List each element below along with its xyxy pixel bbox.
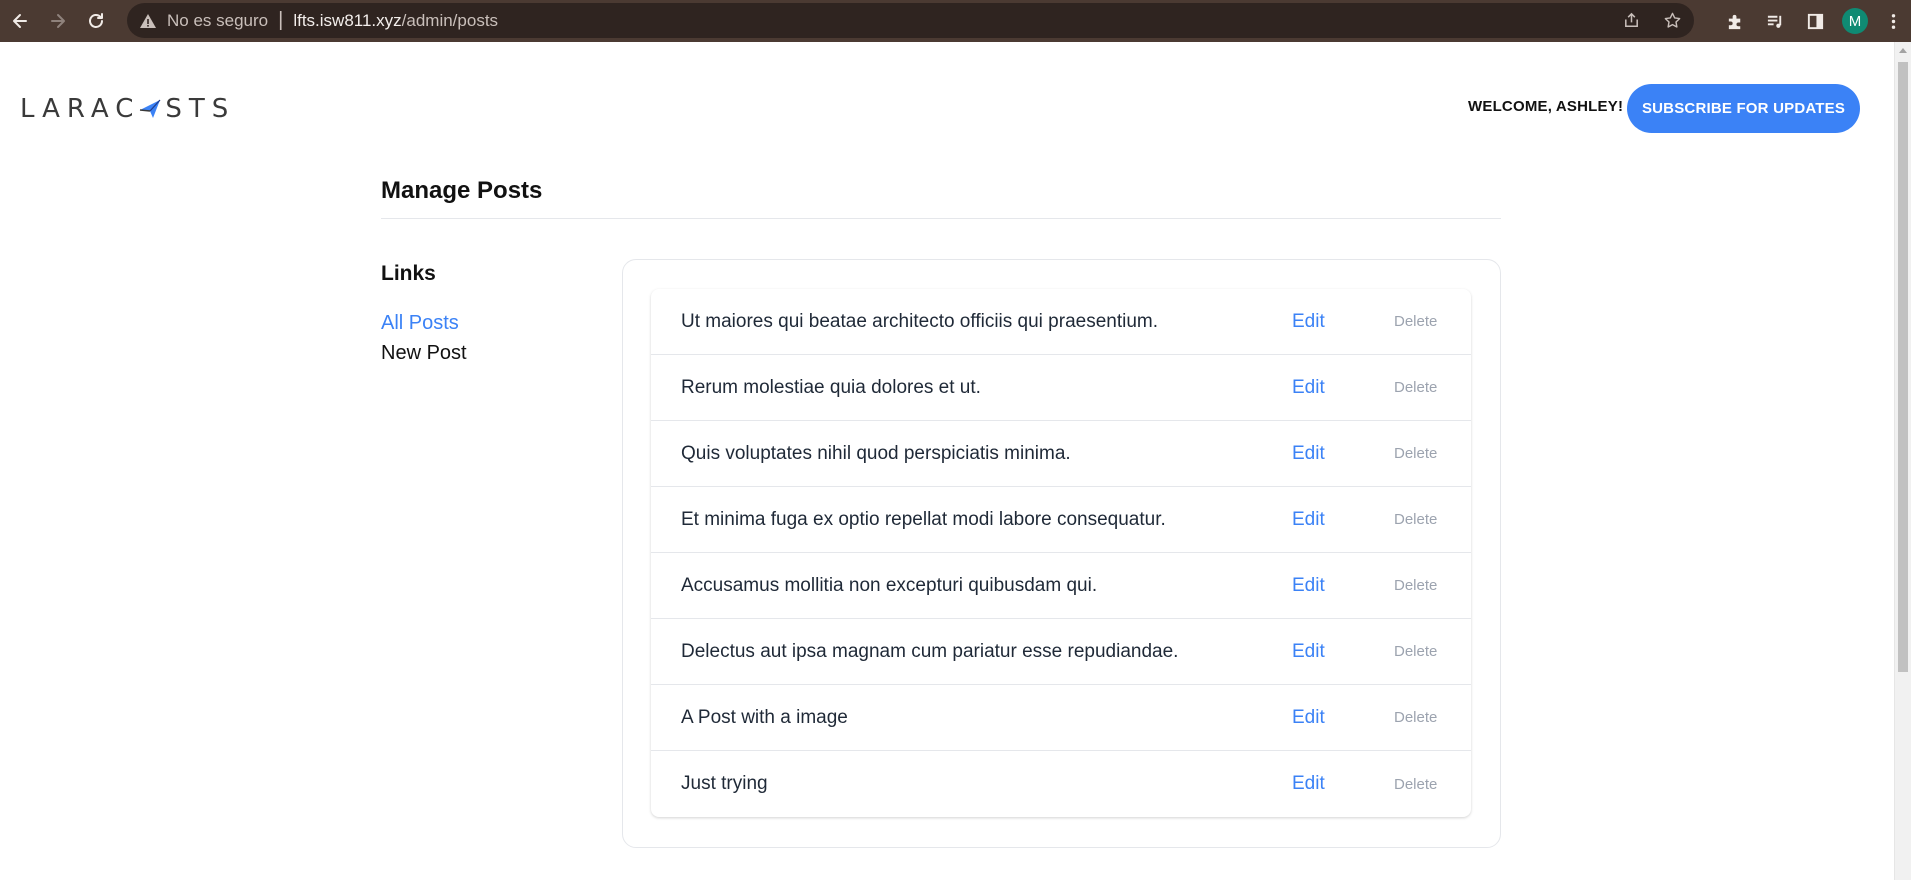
post-title: Ut maiores qui beatae architecto officii…: [681, 310, 1159, 332]
scroll-thumb[interactable]: [1898, 62, 1908, 672]
post-title: Delectus aut ipsa magnam cum pariatur es…: [681, 640, 1179, 662]
browser-toolbar: No es seguro | lfts.isw811.xyz/admin/pos…: [0, 0, 1911, 42]
posts-table: Ut maiores qui beatae architecto officii…: [651, 289, 1471, 817]
puzzle-icon: [1728, 14, 1740, 29]
address-bar[interactable]: No es seguro | lfts.isw811.xyz/admin/pos…: [127, 3, 1694, 38]
subscribe-button[interactable]: SUBSCRIBE FOR UPDATES: [1627, 84, 1860, 133]
sidebar-link-all-posts[interactable]: All Posts: [381, 312, 459, 335]
edit-link[interactable]: Edit: [1292, 575, 1325, 597]
table-row: Just trying Edit Delete: [651, 751, 1471, 817]
post-title: A Post with a image: [681, 706, 848, 728]
edit-link[interactable]: Edit: [1292, 311, 1325, 333]
delete-button[interactable]: Delete: [1394, 643, 1437, 660]
warning-icon[interactable]: [139, 12, 157, 30]
welcome-message[interactable]: WELCOME, ASHLEY!: [1468, 98, 1623, 115]
side-panel-button[interactable]: [1795, 0, 1835, 42]
table-row: A Post with a image Edit Delete: [651, 685, 1471, 751]
post-title: Quis voluptates nihil quod perspiciatis …: [681, 442, 1071, 464]
table-row: Delectus aut ipsa magnam cum pariatur es…: [651, 619, 1471, 685]
edit-link[interactable]: Edit: [1292, 707, 1325, 729]
more-vertical-icon: [1891, 13, 1895, 29]
laracasts-logo[interactable]: LARAC STS: [20, 94, 236, 124]
omnibox-divider: |: [278, 9, 284, 31]
sidebar-heading: Links: [381, 262, 436, 285]
post-title: Just trying: [681, 773, 768, 794]
delete-button[interactable]: Delete: [1394, 709, 1437, 726]
delete-button[interactable]: Delete: [1394, 776, 1437, 793]
logo-text-right: STS: [165, 94, 236, 124]
reload-button[interactable]: [78, 3, 114, 39]
page-title: Manage Posts: [381, 177, 543, 204]
table-row: Rerum molestiae quia dolores et ut. Edit…: [651, 355, 1471, 421]
browser-menu-button[interactable]: [1875, 0, 1911, 42]
url-host[interactable]: lfts.isw811.xyz: [293, 11, 401, 31]
delete-button[interactable]: Delete: [1394, 511, 1437, 528]
delete-button[interactable]: Delete: [1394, 577, 1437, 594]
share-icon[interactable]: [1622, 11, 1641, 30]
delete-button[interactable]: Delete: [1394, 379, 1437, 396]
delete-button[interactable]: Delete: [1394, 313, 1437, 330]
back-arrow-icon: [13, 14, 27, 28]
side-panel-icon: [1807, 13, 1823, 29]
post-title: Accusamus mollitia non excepturi quibusd…: [681, 574, 1098, 596]
paper-plane-logo-icon: [140, 99, 161, 118]
media-queue-button[interactable]: [1755, 0, 1795, 42]
post-title: Et minima fuga ex optio repellat modi la…: [681, 508, 1166, 530]
browser-actions: M: [1715, 0, 1911, 42]
delete-button[interactable]: Delete: [1394, 445, 1437, 462]
page-scrollbar[interactable]: [1894, 42, 1911, 880]
url-path[interactable]: /admin/posts: [402, 11, 498, 31]
edit-link[interactable]: Edit: [1292, 509, 1325, 531]
profile-avatar[interactable]: M: [1842, 8, 1868, 34]
logo-text-left: LARAC: [20, 94, 141, 124]
reload-icon: [89, 13, 103, 28]
star-bookmark-icon[interactable]: [1663, 11, 1682, 30]
edit-link[interactable]: Edit: [1292, 641, 1325, 663]
security-label[interactable]: No es seguro: [167, 11, 268, 31]
table-row: Ut maiores qui beatae architecto officii…: [651, 289, 1471, 355]
forward-button[interactable]: [40, 3, 76, 39]
extensions-button[interactable]: [1715, 0, 1755, 42]
edit-link[interactable]: Edit: [1292, 377, 1325, 399]
back-button[interactable]: [2, 3, 38, 39]
sidebar-link-new-post[interactable]: New Post: [381, 342, 467, 365]
scroll-up-arrow-icon[interactable]: [1899, 48, 1907, 53]
title-divider: [381, 218, 1501, 219]
edit-link[interactable]: Edit: [1292, 443, 1325, 465]
edit-link[interactable]: Edit: [1292, 773, 1325, 795]
post-title: Rerum molestiae quia dolores et ut.: [681, 376, 981, 398]
table-row: Accusamus mollitia non excepturi quibusd…: [651, 553, 1471, 619]
omnibox-actions: [1622, 3, 1682, 38]
table-row: Quis voluptates nihil quod perspiciatis …: [651, 421, 1471, 487]
forward-arrow-icon: [51, 14, 65, 28]
table-row: Et minima fuga ex optio repellat modi la…: [651, 487, 1471, 553]
playlist-icon: [1767, 15, 1781, 28]
